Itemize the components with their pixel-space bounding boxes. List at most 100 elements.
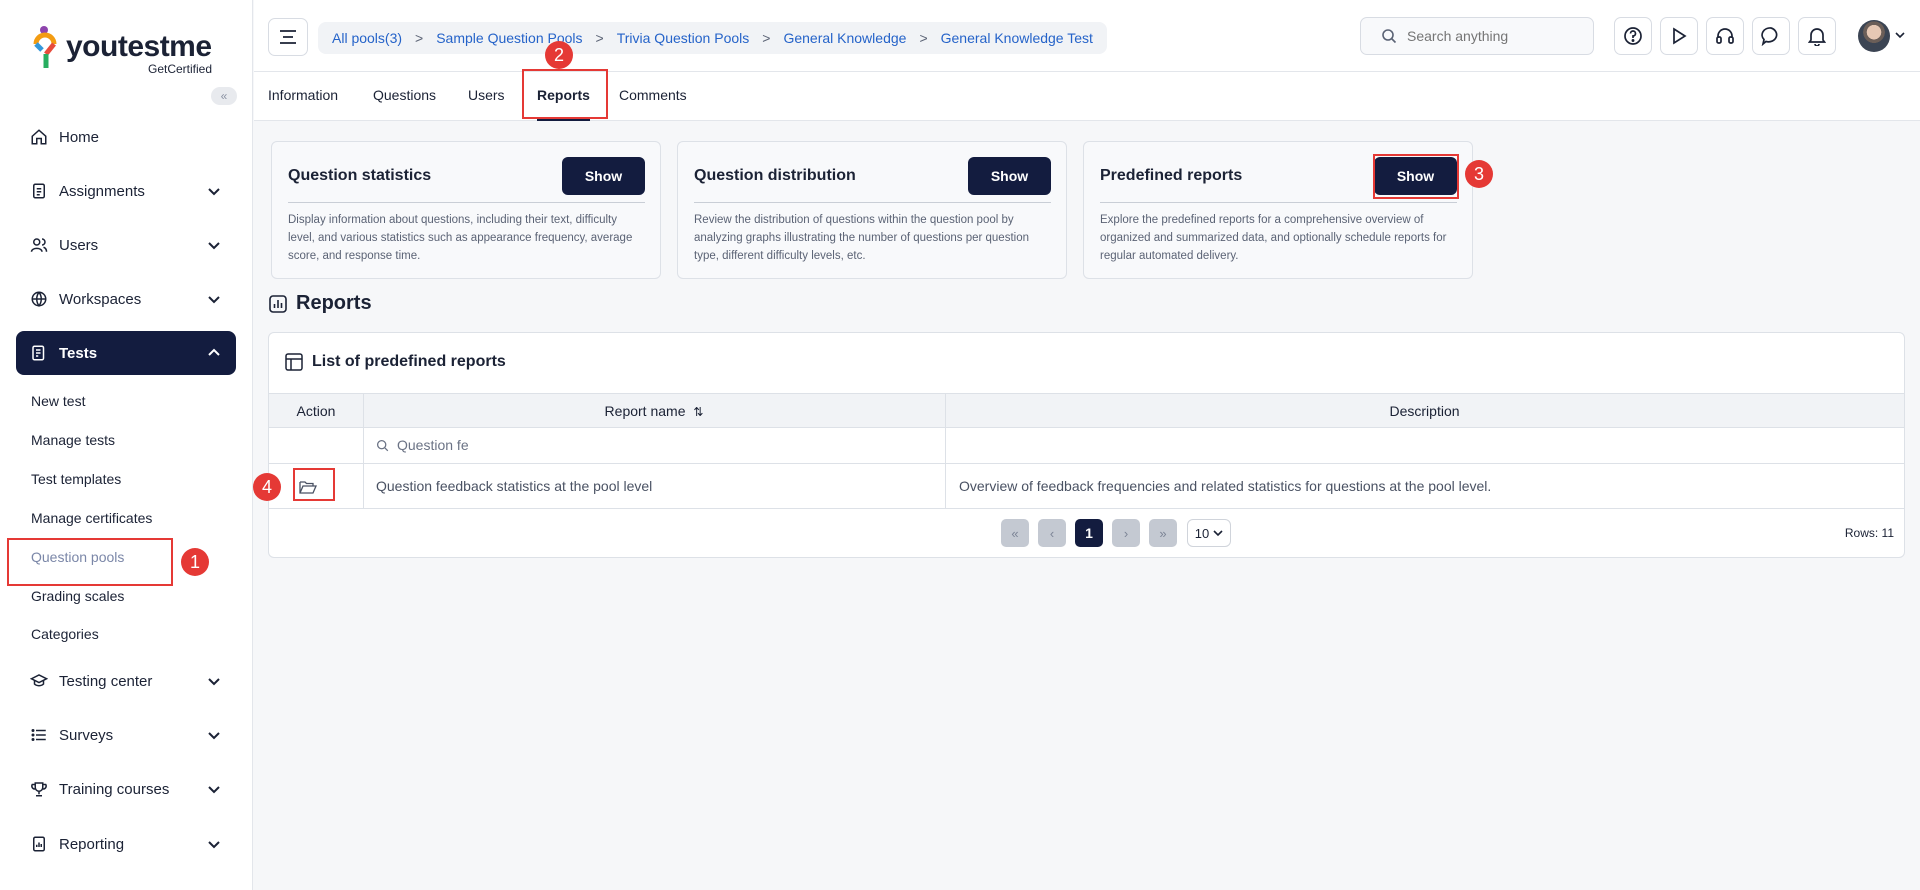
chevron-down-icon bbox=[208, 678, 220, 686]
breadcrumb-separator: > bbox=[919, 30, 928, 46]
show-question-distribution-button[interactable]: Show bbox=[968, 157, 1051, 195]
page-1-button[interactable]: 1 bbox=[1075, 519, 1103, 547]
card-title: Question distribution bbox=[694, 167, 856, 184]
sidebar-item-label: Testing center bbox=[59, 672, 153, 690]
breadcrumb-trivia-question-pools[interactable]: Trivia Question Pools bbox=[617, 30, 750, 46]
user-avatar[interactable] bbox=[1858, 20, 1890, 52]
list-icon bbox=[29, 725, 49, 745]
sort-icon[interactable]: ⇅ bbox=[693, 405, 703, 419]
sidebar-sub-new-test[interactable]: New test bbox=[31, 390, 85, 412]
column-action: Action bbox=[296, 403, 336, 419]
sidebar-sub-manage-certificates[interactable]: Manage certificates bbox=[31, 507, 152, 529]
tab-comments[interactable]: Comments bbox=[619, 72, 687, 121]
card-divider bbox=[1100, 202, 1457, 203]
chevron-down-icon bbox=[1213, 530, 1223, 537]
card-description: Review the distribution of questions wit… bbox=[694, 214, 1029, 262]
notifications-button[interactable] bbox=[1798, 17, 1836, 55]
report-icon bbox=[29, 834, 49, 854]
headset-icon bbox=[1716, 28, 1734, 44]
rows-count: Rows: 11 bbox=[1844, 526, 1894, 540]
tab-questions[interactable]: Questions bbox=[373, 72, 436, 121]
report-description-cell: Overview of feedback frequencies and rel… bbox=[959, 478, 1492, 494]
search-input[interactable] bbox=[1407, 28, 1577, 44]
table-header: Action Report name ⇅ Description bbox=[269, 393, 1904, 428]
tab-information[interactable]: Information bbox=[268, 72, 338, 121]
help-button[interactable] bbox=[1614, 17, 1652, 55]
chevron-up-icon bbox=[208, 348, 220, 356]
sidebar-item-surveys[interactable]: Surveys bbox=[16, 713, 236, 757]
show-question-statistics-button[interactable]: Show bbox=[562, 157, 645, 195]
play-button[interactable] bbox=[1660, 17, 1698, 55]
page-size-select[interactable]: 10 bbox=[1187, 519, 1231, 547]
sidebar-item-label: Home bbox=[59, 128, 100, 146]
column-description: Description bbox=[1389, 403, 1460, 419]
card-description: Explore the predefined reports for a com… bbox=[1100, 214, 1447, 262]
filter-row: Question fe bbox=[269, 428, 1904, 464]
breadcrumb-general-knowledge[interactable]: General Knowledge bbox=[783, 30, 906, 46]
last-page-button[interactable]: » bbox=[1149, 519, 1177, 547]
column-report-name-label: Report name bbox=[604, 403, 686, 419]
breadcrumb-general-knowledge-test[interactable]: General Knowledge Test bbox=[941, 30, 1093, 46]
annotation-box-4 bbox=[293, 468, 335, 501]
annotation-badge-4: 4 bbox=[253, 473, 281, 501]
sidebar-item-workspaces[interactable]: Workspaces bbox=[16, 277, 236, 321]
chat-button[interactable] bbox=[1752, 17, 1790, 55]
search-icon bbox=[376, 439, 389, 451]
test-icon bbox=[29, 343, 49, 363]
page-size-value: 10 bbox=[1194, 525, 1210, 541]
sidebar-sub-manage-tests[interactable]: Manage tests bbox=[31, 429, 115, 451]
column-report-name[interactable]: Report name ⇅ bbox=[363, 394, 945, 428]
collapse-sidebar-button[interactable]: « bbox=[211, 87, 237, 105]
sidebar-item-home[interactable]: Home bbox=[16, 115, 236, 159]
search-icon bbox=[1382, 29, 1397, 44]
breadcrumb-all-pools[interactable]: All pools(3) bbox=[332, 30, 402, 46]
table-row: Question feedback statistics at the pool… bbox=[269, 464, 1904, 509]
report-name-cell: Question feedback statistics at the pool… bbox=[376, 478, 653, 494]
annotation-box-3 bbox=[1373, 154, 1459, 199]
breadcrumb-separator: > bbox=[762, 30, 771, 46]
trophy-icon bbox=[29, 779, 49, 799]
report-name-filter[interactable]: Question fe bbox=[376, 437, 469, 453]
prev-page-button[interactable]: ‹ bbox=[1038, 519, 1066, 547]
first-page-button[interactable]: « bbox=[1001, 519, 1029, 547]
brand-logo[interactable]: youtestme GetCertified bbox=[32, 24, 222, 76]
help-icon bbox=[1624, 27, 1642, 45]
sidebar-item-label: Training courses bbox=[59, 780, 170, 798]
bar-chart-icon bbox=[269, 294, 287, 313]
sidebar-sub-categories[interactable]: Categories bbox=[31, 623, 99, 645]
brand-sub: GetCertified bbox=[148, 62, 213, 76]
global-search[interactable] bbox=[1360, 17, 1594, 55]
clipboard-icon bbox=[29, 181, 49, 201]
menu-toggle-button[interactable] bbox=[268, 18, 308, 56]
sidebar-item-training-courses[interactable]: Training courses bbox=[16, 767, 236, 811]
annotation-badge-2: 2 bbox=[545, 41, 573, 69]
sidebar-sub-test-templates[interactable]: Test templates bbox=[31, 468, 121, 490]
hamburger-icon bbox=[280, 30, 296, 44]
chevron-down-icon bbox=[208, 242, 220, 250]
chevron-down-icon[interactable] bbox=[1895, 30, 1905, 40]
tab-users[interactable]: Users bbox=[468, 72, 505, 121]
card-title: Question statistics bbox=[288, 167, 432, 184]
chevron-down-icon bbox=[208, 188, 220, 196]
predefined-reports-panel: List of predefined reports Action Report… bbox=[268, 332, 1905, 558]
brand-name: youtestme bbox=[66, 30, 212, 63]
chevron-down-icon bbox=[208, 786, 220, 794]
sidebar-item-tests[interactable]: Tests bbox=[16, 331, 236, 375]
top-bar: All pools(3) > Sample Question Pools > T… bbox=[254, 0, 1920, 72]
sidebar-item-users[interactable]: Users bbox=[16, 223, 236, 267]
card-question-distribution: Question distribution Show Review the di… bbox=[677, 141, 1067, 279]
bell-icon bbox=[1808, 28, 1826, 46]
table-icon bbox=[285, 353, 303, 371]
annotation-box-2 bbox=[522, 69, 608, 119]
card-divider bbox=[288, 202, 645, 203]
logo-mark-icon bbox=[33, 26, 57, 68]
filter-value: Question fe bbox=[397, 437, 469, 453]
play-icon bbox=[1673, 27, 1687, 45]
support-button[interactable] bbox=[1706, 17, 1744, 55]
sidebar-item-testing-center[interactable]: Testing center bbox=[16, 659, 236, 703]
sidebar-sub-grading-scales[interactable]: Grading scales bbox=[31, 585, 124, 607]
sidebar-item-assignments[interactable]: Assignments bbox=[16, 169, 236, 213]
next-page-button[interactable]: › bbox=[1112, 519, 1140, 547]
sidebar-item-reporting[interactable]: Reporting bbox=[16, 822, 236, 866]
section-title-text: Reports bbox=[296, 292, 372, 314]
